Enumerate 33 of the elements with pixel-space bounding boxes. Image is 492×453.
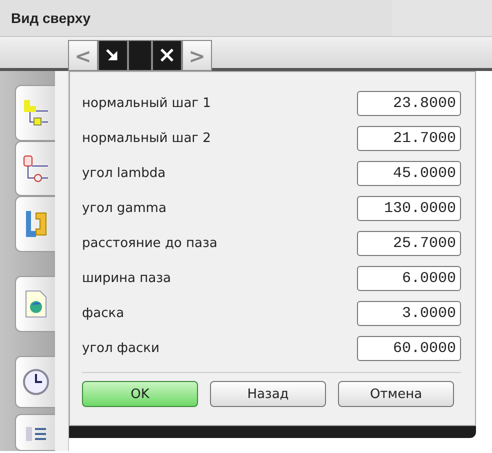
clock-icon xyxy=(22,368,50,396)
parameter-label: расстояние до паза xyxy=(82,236,218,251)
tree-tool-button[interactable] xyxy=(15,140,55,196)
value-field[interactable]: 130.0000 xyxy=(357,196,461,221)
value-field[interactable]: 21.7000 xyxy=(357,126,461,151)
cylinder-tree-icon xyxy=(22,154,50,184)
value-field[interactable]: 23.8000 xyxy=(357,91,461,116)
dialog-button[interactable]: Назад xyxy=(210,381,326,407)
value-field[interactable]: 60.0000 xyxy=(357,336,461,361)
window-title: Вид сверху xyxy=(11,10,91,26)
dialog-button[interactable]: Отмена xyxy=(338,381,454,407)
list-button[interactable] xyxy=(15,414,55,451)
parameter-label: ширина паза xyxy=(82,271,171,286)
history-button[interactable] xyxy=(15,356,55,408)
arrow-icon xyxy=(106,48,120,62)
parameter-label: угол lambda xyxy=(82,166,166,181)
document-button[interactable] xyxy=(15,276,55,332)
dock-button[interactable] xyxy=(98,40,128,71)
tree-icon xyxy=(22,98,50,128)
ok-button[interactable]: OK xyxy=(82,381,198,407)
parameter-label: угол gamma xyxy=(82,201,166,216)
tool-button[interactable] xyxy=(15,196,55,252)
parameter-label: фаска xyxy=(82,306,124,321)
tree-tool-button[interactable] xyxy=(15,85,55,141)
parameter-label: нормальный шаг 1 xyxy=(82,96,211,111)
value-field[interactable]: 25.7000 xyxy=(357,231,461,256)
parameter-label: угол фаски xyxy=(82,341,160,356)
value-field[interactable]: 45.0000 xyxy=(357,161,461,186)
close-button[interactable]: × xyxy=(152,40,182,71)
globe-document-icon xyxy=(24,288,48,319)
value-field[interactable]: 3.0000 xyxy=(357,301,461,326)
value-field[interactable]: 6.0000 xyxy=(357,266,461,291)
parameter-label: нормальный шаг 2 xyxy=(82,131,211,146)
